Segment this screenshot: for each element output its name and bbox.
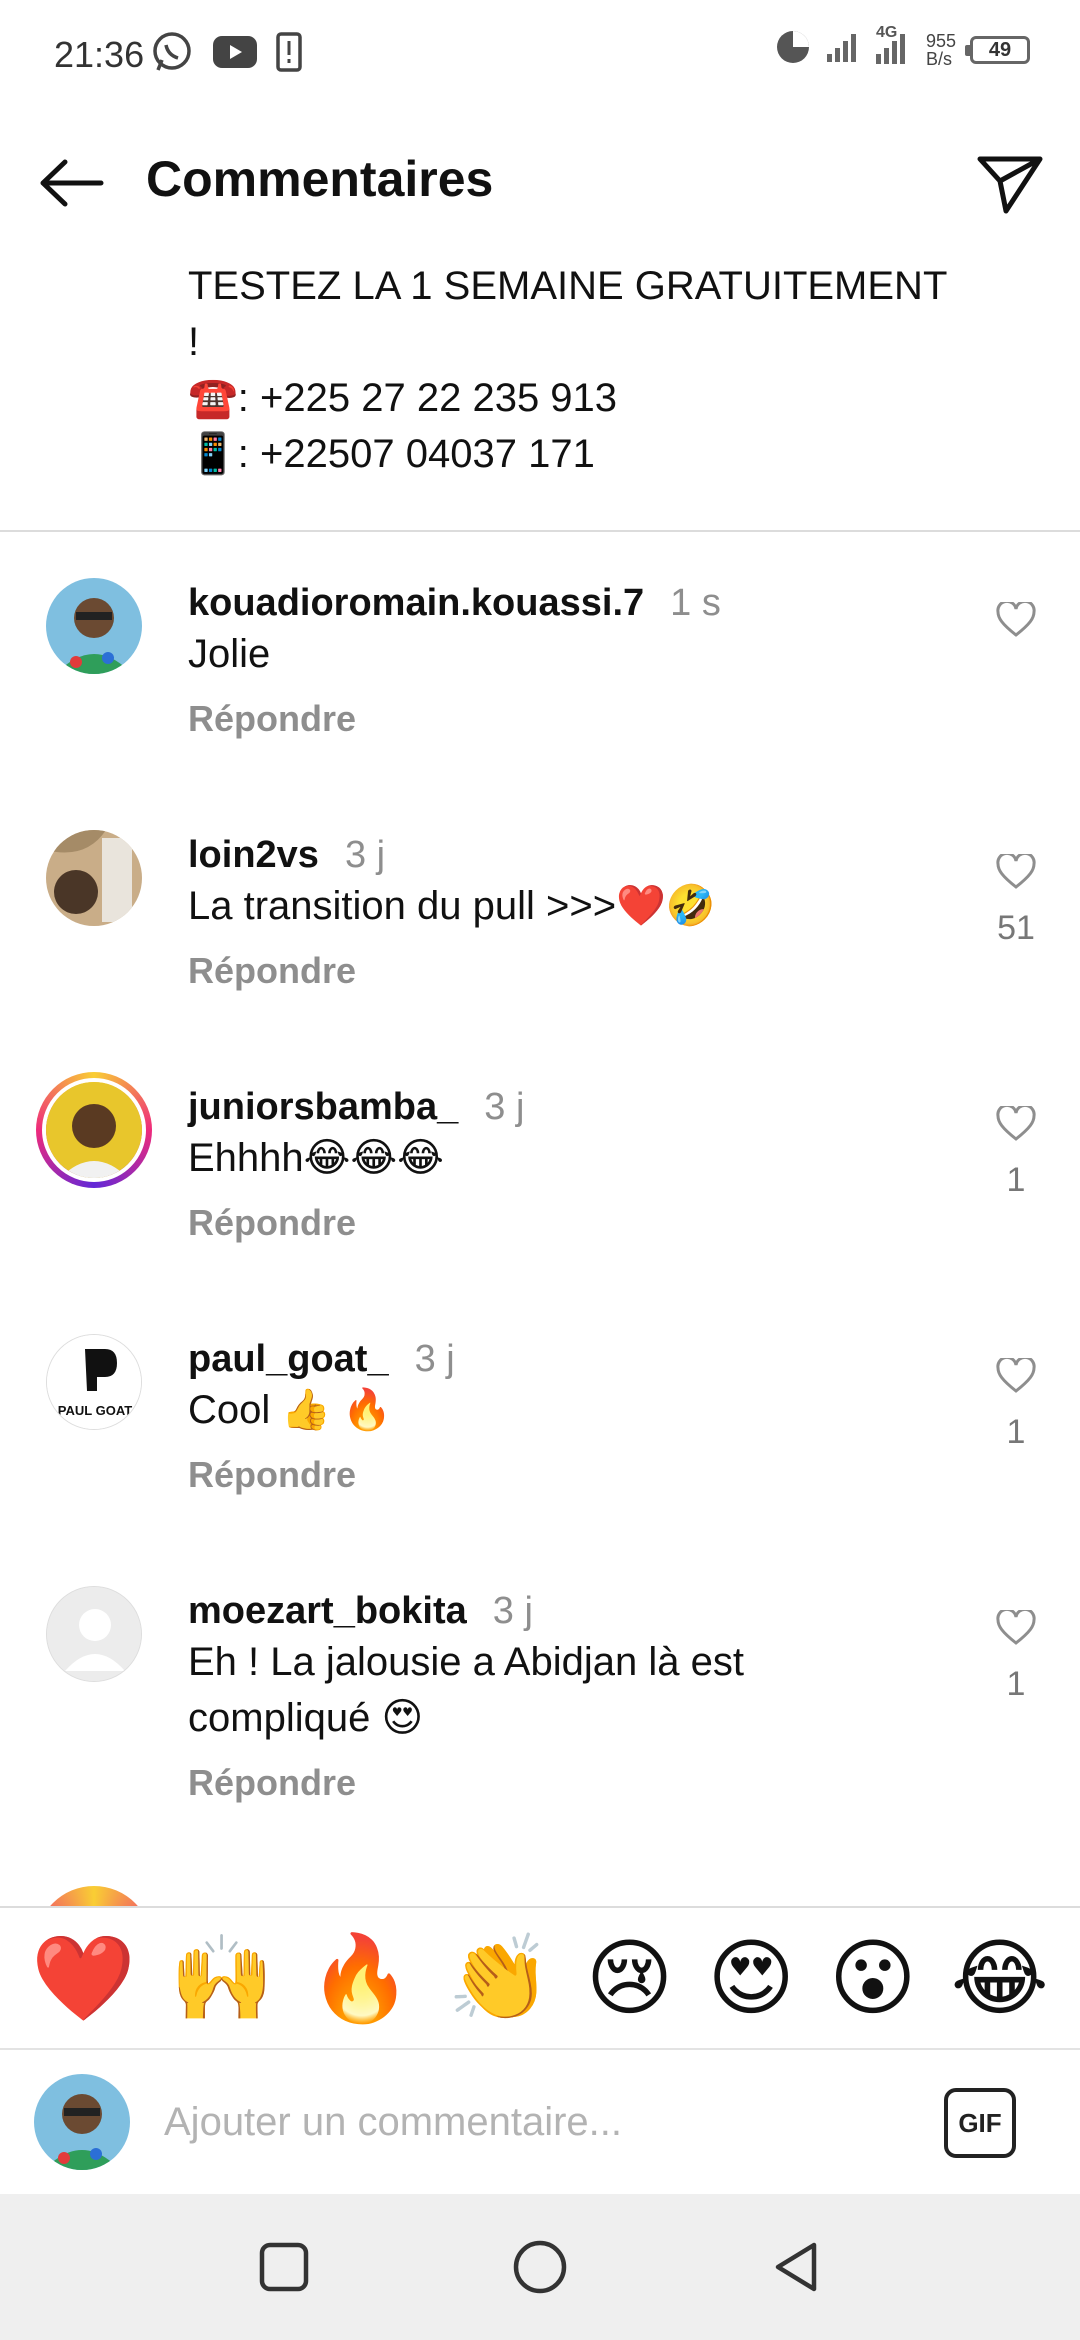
sim-alert-icon: [276, 32, 302, 77]
youtube-icon: [212, 35, 258, 74]
comment-text: La transition du pull >>>❤️🤣: [188, 884, 716, 928]
comment-text: Jolie: [188, 632, 271, 676]
like-button[interactable]: 51: [986, 851, 1046, 948]
emoji-surprised[interactable]: 😮: [829, 1933, 917, 2023]
emoji-reaction-bar: ❤️ 🙌 🔥 👏 😢 😍 😮 😂: [0, 1906, 1080, 2050]
comment-item-clipped: [0, 1880, 1080, 1906]
reply-button[interactable]: Répondre: [188, 1762, 356, 1804]
emoji-laughing[interactable]: 😂: [951, 1933, 1049, 2023]
caption-line: 📱: +22507 04037 171: [188, 432, 595, 476]
avatar-story-ring: [36, 1886, 152, 1906]
recents-button[interactable]: [244, 2232, 324, 2302]
heart-icon: [996, 1607, 1036, 1645]
comment-time: 3 j: [492, 1590, 533, 1632]
comment-username[interactable]: paul_goat_: [188, 1338, 389, 1380]
header: Commentaires: [0, 130, 1080, 230]
comment-text: Eh ! La jalousie a Abidjan là est compli…: [188, 1640, 744, 1740]
signal-icon: [826, 32, 860, 67]
circle-icon: [513, 2240, 567, 2294]
like-button[interactable]: 1: [986, 1355, 1046, 1452]
data-saver-icon: [774, 28, 812, 71]
avatar[interactable]: [46, 578, 142, 674]
like-count: 51: [997, 909, 1035, 947]
heart-icon: [996, 1103, 1036, 1141]
emoji-crying[interactable]: 😢: [586, 1933, 674, 2023]
like-button[interactable]: 1: [986, 1103, 1046, 1200]
square-icon: [259, 2242, 309, 2292]
emoji-fire[interactable]: 🔥: [308, 1933, 413, 2023]
reply-button[interactable]: Répondre: [188, 1202, 356, 1244]
comment-input[interactable]: [164, 2086, 864, 2158]
emoji-heart[interactable]: ❤️: [31, 1933, 136, 2023]
whatsapp-icon: [150, 30, 194, 79]
arrow-left-icon: [40, 159, 104, 207]
avatar-story-ring[interactable]: [36, 1072, 152, 1188]
comment-time: 3 j: [414, 1338, 455, 1380]
comment-input-bar: GIF: [0, 2050, 1080, 2194]
system-nav-bar: [0, 2194, 1080, 2340]
status-bar: 21:36 4G 955 B/s 49: [0, 0, 1080, 110]
divider: [0, 530, 1080, 532]
reply-button[interactable]: Répondre: [188, 698, 356, 740]
comment-time: 1 s: [670, 582, 721, 624]
caption-line: ☎️: +225 27 22 235 913: [188, 376, 618, 420]
comment-username[interactable]: kouadioromain.kouassi.7: [188, 582, 644, 624]
like-button[interactable]: 1: [986, 1607, 1046, 1704]
triangle-back-icon: [775, 2242, 817, 2292]
battery-indicator: 49: [965, 35, 1030, 64]
caption-line: !: [188, 320, 200, 364]
network-speed: 955 B/s: [925, 30, 956, 69]
caption-line: TESTEZ LA 1 SEMAINE GRATUITEMENT: [188, 264, 948, 308]
avatar: [42, 1078, 146, 1182]
reply-button[interactable]: Répondre: [188, 950, 356, 992]
like-button[interactable]: [986, 599, 1046, 643]
comment-time: 3 j: [484, 1086, 525, 1128]
comment-text: Cool 👍 🔥: [188, 1388, 393, 1432]
emoji-heart-eyes[interactable]: 😍: [707, 1933, 795, 2023]
status-time: 21:36: [54, 34, 145, 75]
avatar[interactable]: [46, 1586, 142, 1682]
page-title: Commentaires: [146, 151, 494, 207]
back-nav-button[interactable]: [756, 2232, 836, 2302]
comment-username[interactable]: moezart_bokita: [188, 1590, 467, 1632]
send-icon: [977, 156, 1043, 214]
comment-username[interactable]: loin2vs: [188, 834, 319, 876]
gif-button[interactable]: GIF: [944, 2088, 1016, 2158]
home-button[interactable]: [500, 2232, 580, 2302]
like-count: 1: [1006, 1413, 1026, 1451]
current-user-avatar: [34, 2074, 130, 2170]
share-button[interactable]: [970, 144, 1050, 224]
comment-username[interactable]: juniorsbamba_: [188, 1086, 458, 1128]
avatar[interactable]: PAUL GOAT: [46, 1334, 142, 1430]
post-caption: TESTEZ LA 1 SEMAINE GRATUITEMENT ! ☎️: +…: [188, 258, 968, 482]
emoji-clapping[interactable]: 👏: [447, 1933, 552, 2023]
comment-text: Ehhhh😂😂😂: [188, 1136, 444, 1180]
svg-text:PAUL GOAT: PAUL GOAT: [58, 1403, 132, 1418]
back-button[interactable]: [30, 148, 110, 218]
heart-icon: [996, 599, 1036, 637]
reply-button[interactable]: Répondre: [188, 1454, 356, 1496]
comment-time: 3 j: [344, 834, 386, 876]
heart-icon: [996, 851, 1036, 889]
like-count: 1: [1006, 1161, 1026, 1199]
emoji-raising-hands[interactable]: 🙌: [170, 1933, 275, 2023]
heart-icon: [996, 1355, 1036, 1393]
network-4g-icon: 4G: [874, 24, 912, 69]
avatar[interactable]: [46, 830, 142, 926]
like-count: 1: [1006, 1665, 1026, 1703]
